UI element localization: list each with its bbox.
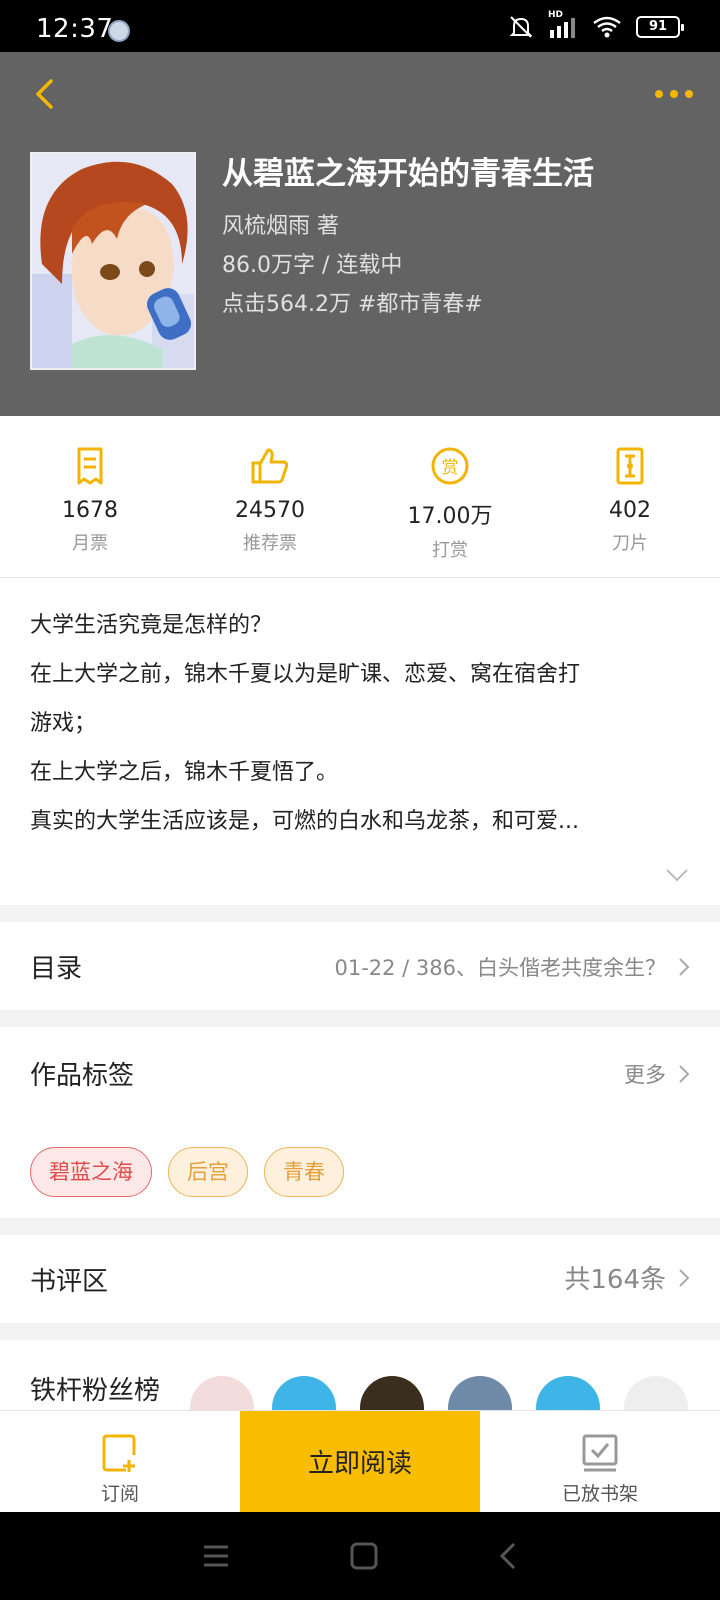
synopsis-line: 大学生活究竟是怎样的？ [30, 613, 273, 638]
word-count-status: 86.0万字 / 连载中 [222, 253, 403, 278]
home-icon[interactable] [350, 1542, 378, 1570]
more-options-button[interactable] [646, 72, 702, 116]
menu-icon[interactable] [202, 1543, 230, 1569]
subscribe-button[interactable]: 订阅 [0, 1411, 240, 1512]
reward-icon: 赏 [431, 447, 469, 485]
book-cover[interactable] [30, 152, 196, 370]
chevron-right-icon [679, 1268, 690, 1287]
reviews-row[interactable]: 书评区 共164条 [0, 1235, 720, 1323]
battery-icon: 91 [636, 16, 684, 38]
stat-value: 17.00万 [407, 504, 493, 529]
bookshelf-button[interactable]: 已放书架 [480, 1411, 720, 1512]
tag-item[interactable]: 后宫 [168, 1147, 248, 1197]
chevron-left-icon [36, 79, 53, 109]
stat-blade[interactable]: 402 刀片 [540, 416, 720, 577]
blade-icon [616, 447, 644, 485]
more-label: 更多 [624, 1063, 666, 1087]
stat-label: 打赏 [432, 540, 468, 561]
book-header: 从碧蓝之海开始的青春生活 风梳烟雨 著 86.0万字 / 连载中 点击564.2… [0, 52, 720, 416]
fan-avatar[interactable] [536, 1376, 600, 1410]
tag-item[interactable]: 青春 [264, 1147, 344, 1197]
cover-illustration [32, 154, 194, 368]
author-line[interactable]: 风梳烟雨 著 [222, 208, 339, 240]
synopsis[interactable]: 大学生活究竟是怎样的？ 在上大学之前，锦木千夏以为是旷课、恋爱、窝在宿舍打 游戏… [0, 579, 720, 905]
ticket-icon [77, 447, 103, 485]
bottom-action-bar: 订阅 立即阅读 已放书架 [0, 1410, 720, 1512]
stat-label: 推荐票 [243, 533, 297, 554]
thumbs-up-icon [251, 448, 289, 484]
read-now-button[interactable]: 立即阅读 [240, 1411, 480, 1512]
status-time: 12:37 [36, 14, 114, 44]
fan-avatar[interactable] [190, 1376, 254, 1410]
stats-row: 1678 月票 24570 推荐票 赏 17.00万 打赏 402 刀片 [0, 416, 720, 578]
svg-text:赏: 赏 [442, 458, 459, 478]
book-title: 从碧蓝之海开始的青春生活 [222, 156, 594, 192]
dot-icon [685, 90, 693, 98]
catalog-row[interactable]: 目录 01-22 / 386、白头偕老共度余生？ [0, 922, 720, 1010]
back-button[interactable] [22, 72, 66, 116]
bookshelf-label: 已放书架 [561, 1483, 638, 1505]
section-divider [0, 905, 720, 922]
mute-bell-icon [509, 16, 533, 38]
wifi-icon [593, 16, 621, 38]
fans-more-button[interactable] [624, 1376, 688, 1410]
tags-title: 作品标签 [30, 1061, 135, 1091]
tags-header-row: 作品标签 更多 [0, 1027, 720, 1117]
stat-reward[interactable]: 赏 17.00万 打赏 [360, 416, 540, 577]
synopsis-line: 在上大学之前，锦木千夏以为是旷课、恋爱、窝在宿舍打 [30, 662, 581, 687]
stat-value: 402 [609, 498, 651, 523]
fan-avatar[interactable] [272, 1376, 336, 1410]
subscribe-icon [102, 1434, 136, 1472]
system-nav-bar [0, 1512, 720, 1600]
stat-recommend-ticket[interactable]: 24570 推荐票 [180, 416, 360, 577]
reviews-count: 共164条 [564, 1265, 666, 1295]
fan-avatar[interactable] [360, 1376, 424, 1410]
section-divider [0, 1218, 720, 1235]
status-icons: HD 91 [508, 10, 684, 40]
synopsis-line: 真实的大学生活应该是，可燃的白水和乌龙茶，和可爱... [30, 809, 579, 834]
catalog-latest: 01-22 / 386、白头偕老共度余生？ [334, 952, 690, 982]
synopsis-line: 游戏； [30, 711, 97, 736]
tag-list: 碧蓝之海 后宫 青春 [30, 1147, 344, 1197]
dot-icon [670, 90, 678, 98]
fan-avatar[interactable] [448, 1376, 512, 1410]
fans-section[interactable]: 铁杆粉丝榜 [0, 1326, 720, 1410]
stat-value: 24570 [235, 498, 305, 523]
reviews-count-wrap: 共164条 [564, 1259, 690, 1296]
fans-title: 铁杆粉丝榜 [30, 1376, 161, 1406]
chevron-right-icon [679, 958, 690, 976]
stat-label: 刀片 [612, 533, 648, 554]
tag-item[interactable]: 碧蓝之海 [30, 1147, 152, 1197]
tags-more-button[interactable]: 更多 [624, 1059, 690, 1089]
dot-icon [655, 90, 663, 98]
hd-signal-icon: HD [548, 10, 578, 40]
chevron-right-icon [679, 1065, 690, 1083]
bookshelf-check-icon [582, 1434, 618, 1472]
status-bar: 12:37 HD 91 [0, 0, 720, 52]
notification-app-icon [108, 20, 130, 42]
chevron-down-icon[interactable] [664, 865, 690, 885]
reviews-title: 书评区 [30, 1267, 109, 1297]
section-divider [0, 1010, 720, 1027]
latest-chapter: 01-22 / 386、白头偕老共度余生？ [334, 956, 666, 980]
subscribe-label: 订阅 [100, 1483, 139, 1505]
stat-monthly-ticket[interactable]: 1678 月票 [0, 416, 180, 577]
back-nav-icon[interactable] [498, 1542, 518, 1570]
clicks-genre: 点击564.2万 #都市青春# [222, 292, 483, 317]
catalog-title: 目录 [30, 954, 83, 984]
synopsis-line: 在上大学之后，锦木千夏悟了。 [30, 760, 339, 785]
stat-value: 1678 [62, 498, 118, 523]
stat-label: 月票 [72, 533, 108, 554]
